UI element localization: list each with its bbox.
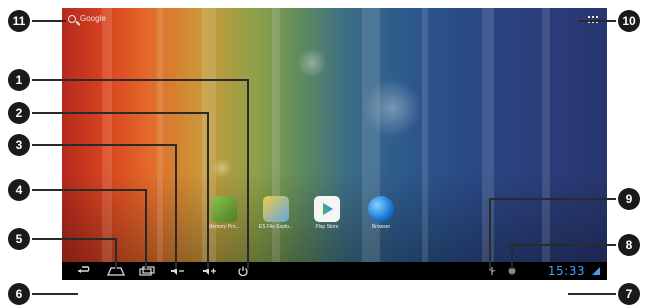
callout-badge-5: 5 [8,228,30,250]
callout-line-4 [30,189,146,191]
app-label: Browser [371,224,391,230]
callout-line-10 [578,20,620,22]
back-icon[interactable] [76,266,92,276]
status-clock[interactable]: 15:33 [548,264,585,278]
app-label: ES File Explo... [258,224,294,230]
callout-line-1 [30,79,248,81]
volume-down-icon[interactable] [170,266,186,276]
callout-badge-2: 2 [8,102,30,124]
google-search-bar[interactable]: Google [68,14,106,23]
volume-up-icon[interactable] [202,266,218,276]
callout-badge-10: 10 [618,10,640,32]
callout-badge-1: 1 [8,69,30,91]
recent-apps-icon[interactable] [139,266,155,276]
app-play-store[interactable]: Play Store [305,196,349,230]
callout-badge-9: 9 [618,188,640,210]
google-search-label: Google [80,14,106,23]
callout-line-2 [30,112,208,114]
app-label: Play Store [315,224,339,230]
callout-line-11 [30,20,66,22]
callout-line-9-vertical [489,198,491,269]
app-browser[interactable]: Browser [359,196,403,230]
callout-line-8-vertical [511,244,513,269]
callout-badge-11: 11 [8,10,30,32]
callout-line-3 [30,144,176,146]
callout-badge-4: 4 [8,179,30,201]
callout-badge-7: 7 [618,283,640,305]
callout-line-5 [30,238,116,240]
callout-badge-8: 8 [618,234,640,256]
callout-badge-3: 3 [8,134,30,156]
callout-line-9 [490,198,620,200]
android-app-icon [211,196,237,222]
globe-icon [368,196,394,222]
callout-line-4-vertical [145,189,147,269]
battery-icon [592,267,600,275]
play-store-icon [314,196,340,222]
callout-line-8 [512,244,620,246]
callout-line-6 [30,293,78,295]
folder-icon [263,196,289,222]
callout-line-5-vertical [115,238,117,269]
search-icon [68,14,76,23]
callout-line-1-vertical [247,79,249,269]
app-es-file-explorer[interactable]: ES File Explo... [254,196,298,230]
callout-line-2-vertical [207,112,209,269]
system-navigation-bar: 15:33 [62,262,607,280]
callout-line-7 [568,293,618,295]
callout-badge-6: 6 [8,283,30,305]
callout-line-3-vertical [175,144,177,269]
